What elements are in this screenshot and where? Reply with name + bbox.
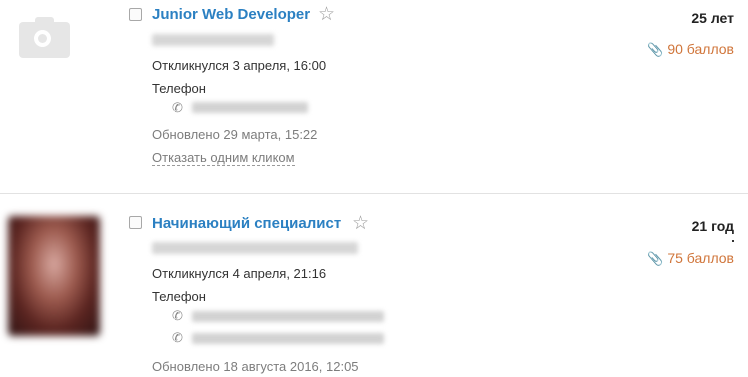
star-icon[interactable]: ☆ [352, 214, 369, 233]
star-icon[interactable]: ☆ [318, 5, 335, 24]
paperclip-icon: 📎 [647, 42, 664, 57]
candidate-name-blurred [152, 34, 274, 46]
resume-title-link[interactable]: Начинающий специалист [152, 215, 341, 232]
resume-title-link[interactable]: Junior Web Developer [152, 6, 310, 23]
phone-number-blurred[interactable] [192, 333, 384, 344]
points-link[interactable]: 📎 75 баллов [647, 250, 734, 267]
phone-icon: ✆ [172, 100, 183, 115]
separator-dot [732, 240, 734, 242]
select-checkbox[interactable] [129, 216, 142, 229]
points-value: 75 баллов [667, 250, 734, 266]
phone-icon: ✆ [172, 330, 183, 345]
candidate-age: 25 лет [691, 10, 734, 26]
candidate-card: Начинающий специалист ☆ Откликнулся 4 ап… [0, 194, 748, 377]
updated-date: Обновлено 29 марта, 15:22 [152, 127, 318, 142]
points-value: 90 баллов [667, 41, 734, 57]
candidate-photo[interactable] [8, 216, 100, 336]
paperclip-icon: 📎 [647, 251, 664, 266]
phone-number-blurred[interactable] [192, 102, 308, 113]
updated-date: Обновлено 18 августа 2016, 12:05 [152, 359, 359, 374]
camera-icon [19, 17, 70, 58]
responded-date: Откликнулся 4 апреля, 21:16 [152, 266, 327, 281]
candidate-name-blurred [152, 242, 358, 254]
select-checkbox[interactable] [129, 8, 142, 21]
phone-label: Телефон [152, 289, 206, 304]
phone-label: Телефон [152, 81, 206, 96]
candidate-card: Junior Web Developer ☆ Откликнулся 3 апр… [0, 0, 748, 194]
phone-number-blurred[interactable] [192, 311, 384, 322]
responded-date: Откликнулся 3 апреля, 16:00 [152, 58, 327, 73]
candidate-age: 21 год [691, 218, 734, 234]
reject-one-click-link[interactable]: Отказать одним кликом [152, 150, 295, 166]
phone-icon: ✆ [172, 308, 183, 323]
points-link[interactable]: 📎 90 баллов [647, 41, 734, 58]
